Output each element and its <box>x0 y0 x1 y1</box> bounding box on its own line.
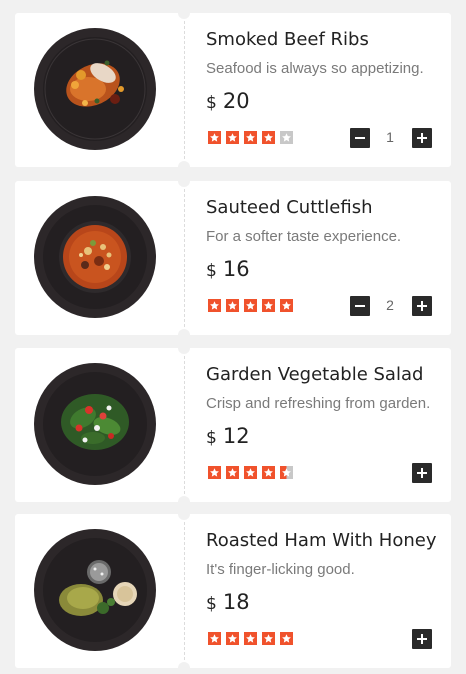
dish-price: $20 <box>206 89 250 113</box>
decrease-quantity-button[interactable] <box>350 296 370 316</box>
dish-price: $12 <box>206 424 250 448</box>
increase-quantity-button[interactable] <box>412 296 432 316</box>
star-icon <box>208 466 221 479</box>
minus-icon <box>355 305 365 307</box>
star-icon <box>226 632 239 645</box>
dish-photo-ham <box>34 529 156 651</box>
star-icon <box>280 299 293 312</box>
dish-image-pane <box>15 348 184 502</box>
star-icon <box>280 131 293 144</box>
star-icon <box>244 131 257 144</box>
ticket-divider <box>184 522 185 660</box>
ticket-notch <box>178 7 190 19</box>
price-value: 20 <box>222 89 250 113</box>
plus-icon <box>417 634 427 644</box>
star-icon <box>226 466 239 479</box>
increase-quantity-button[interactable] <box>412 128 432 148</box>
star-icon <box>244 299 257 312</box>
plus-icon <box>417 301 427 311</box>
star-icon <box>208 299 221 312</box>
star-icon <box>262 632 275 645</box>
price-value: 12 <box>222 424 250 448</box>
rating-stars <box>208 632 293 645</box>
ticket-divider <box>184 21 185 159</box>
quantity-value: 2 <box>386 297 394 313</box>
menu-list: Smoked Beef Ribs Seafood is always so ap… <box>0 0 466 674</box>
ticket-divider <box>184 356 185 494</box>
ticket-divider <box>184 189 185 327</box>
menu-item-card[interactable]: Sauteed Cuttlefish For a softer taste ex… <box>15 175 451 341</box>
dish-photo-soup <box>34 196 156 318</box>
star-icon <box>262 299 275 312</box>
plus-icon <box>417 133 427 143</box>
ticket-notch <box>178 496 190 508</box>
decrease-quantity-button[interactable] <box>350 128 370 148</box>
dish-description: Crisp and refreshing from garden. <box>206 395 431 412</box>
dish-description: It's finger-licking good. <box>206 561 355 578</box>
plus-icon <box>417 468 427 478</box>
star-icon <box>280 632 293 645</box>
dish-description: For a softer taste experience. <box>206 228 402 245</box>
rating-stars <box>208 299 293 312</box>
dish-image-pane <box>15 181 184 335</box>
currency-symbol: $ <box>206 428 217 448</box>
menu-item-card[interactable]: Garden Vegetable Salad Crisp and refresh… <box>15 342 451 508</box>
rating-stars <box>208 466 293 479</box>
dish-price: $18 <box>206 590 250 614</box>
ticket-notch <box>178 175 190 187</box>
dish-description: Seafood is always so appetizing. <box>206 60 424 77</box>
dish-photo-ribs <box>34 28 156 150</box>
dish-name: Roasted Ham With Honey <box>206 530 437 551</box>
increase-quantity-button[interactable] <box>412 463 432 483</box>
star-icon <box>208 632 221 645</box>
price-value: 16 <box>222 257 250 281</box>
dish-image-pane <box>15 13 184 167</box>
dish-name: Sauteed Cuttlefish <box>206 197 373 218</box>
star-icon <box>208 131 221 144</box>
ticket-notch <box>178 508 190 520</box>
menu-item-card[interactable]: Smoked Beef Ribs Seafood is always so ap… <box>15 7 451 173</box>
currency-symbol: $ <box>206 594 217 614</box>
star-icon <box>262 131 275 144</box>
star-icon <box>244 466 257 479</box>
star-icon <box>262 466 275 479</box>
menu-item-card[interactable]: Roasted Ham With Honey It's finger-licki… <box>15 508 451 674</box>
price-value: 18 <box>222 590 250 614</box>
ticket-notch <box>178 161 190 173</box>
ticket-notch <box>178 662 190 674</box>
dish-name: Garden Vegetable Salad <box>206 364 424 385</box>
star-icon <box>280 466 293 479</box>
dish-price: $16 <box>206 257 250 281</box>
dish-photo-salad <box>34 363 156 485</box>
ticket-notch <box>178 329 190 341</box>
dish-name: Smoked Beef Ribs <box>206 29 369 50</box>
quantity-value: 1 <box>386 129 394 145</box>
currency-symbol: $ <box>206 261 217 281</box>
star-icon <box>226 299 239 312</box>
star-icon <box>226 131 239 144</box>
increase-quantity-button[interactable] <box>412 629 432 649</box>
star-icon <box>244 632 257 645</box>
ticket-notch <box>178 342 190 354</box>
minus-icon <box>355 137 365 139</box>
rating-stars <box>208 131 293 144</box>
currency-symbol: $ <box>206 93 217 113</box>
dish-image-pane <box>15 514 184 668</box>
